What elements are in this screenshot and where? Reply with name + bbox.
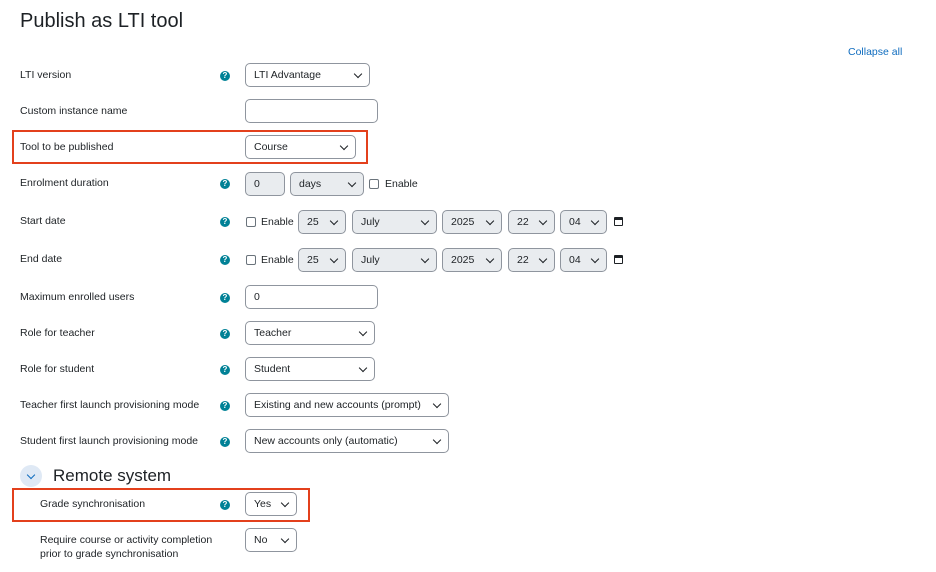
remote-system-heading: Remote system [53, 466, 172, 485]
chevron-down-icon [329, 216, 339, 225]
help-icon[interactable]: ? [220, 255, 230, 265]
grade-sync-select[interactable]: Yes [245, 492, 297, 516]
role-teacher-select[interactable]: Teacher [245, 321, 375, 345]
end-month-select[interactable]: July [352, 248, 437, 272]
help-icon[interactable]: ? [220, 71, 230, 81]
role-student-label: Role for student [20, 363, 95, 375]
start-minute-select[interactable]: 04 [560, 210, 607, 234]
enable-label: Enable [261, 254, 294, 266]
require-completion-label: Require course or activity completion pr… [40, 534, 213, 560]
enrolment-duration-label: Enrolment duration [20, 177, 109, 189]
lti-version-label: LTI version [20, 69, 72, 81]
chevron-down-icon [485, 216, 495, 225]
calendar-icon[interactable] [614, 217, 623, 226]
chevron-down-icon [432, 399, 442, 408]
chevron-down-icon [538, 254, 548, 263]
chevron-down-icon [347, 178, 357, 187]
end-date-label: End date [20, 253, 63, 265]
chevron-down-icon [26, 470, 36, 479]
role-student-select[interactable]: Student [245, 357, 375, 381]
enable-label: Enable [385, 178, 418, 190]
teacher-provisioning-label: Teacher first launch provisioning mode [20, 399, 200, 411]
help-icon[interactable]: ? [220, 179, 230, 189]
teacher-provisioning-select[interactable]: Existing and new accounts (prompt) [245, 393, 449, 417]
enrolment-duration-unit-select[interactable]: days [290, 172, 364, 196]
chevron-down-icon [280, 498, 290, 507]
grade-sync-label: Grade synchronisation [40, 498, 146, 510]
calendar-icon[interactable] [614, 255, 623, 264]
chevron-down-icon [485, 254, 495, 263]
help-icon[interactable]: ? [220, 437, 230, 447]
end-year-select[interactable]: 2025 [442, 248, 502, 272]
chevron-down-icon [329, 254, 339, 263]
student-provisioning-label: Student first launch provisioning mode [20, 435, 199, 447]
chevron-down-icon [420, 216, 430, 225]
start-year-select[interactable]: 2025 [442, 210, 502, 234]
start-date-label: Start date [20, 215, 66, 227]
help-icon[interactable]: ? [220, 217, 230, 227]
enrolment-duration-enable-checkbox[interactable] [369, 179, 379, 189]
end-hour-select[interactable]: 22 [508, 248, 555, 272]
tool-to-publish-select[interactable]: Course [245, 135, 356, 159]
end-day-select[interactable]: 25 [298, 248, 346, 272]
end-minute-select[interactable]: 04 [560, 248, 607, 272]
lti-version-select[interactable]: LTI Advantage [245, 63, 370, 87]
chevron-down-icon [420, 254, 430, 263]
chevron-down-icon [590, 216, 600, 225]
max-enrolled-input[interactable] [245, 285, 378, 309]
help-icon[interactable]: ? [220, 293, 230, 303]
chevron-down-icon [432, 435, 442, 444]
chevron-down-icon [339, 141, 349, 150]
help-icon[interactable]: ? [220, 500, 230, 510]
chevron-down-icon [538, 216, 548, 225]
section-collapse-toggle[interactable] [20, 465, 42, 487]
role-teacher-label: Role for teacher [20, 327, 95, 339]
help-icon[interactable]: ? [220, 329, 230, 339]
student-provisioning-select[interactable]: New accounts only (automatic) [245, 429, 449, 453]
max-enrolled-label: Maximum enrolled users [20, 291, 135, 303]
help-icon[interactable]: ? [220, 365, 230, 375]
collapse-all-link[interactable]: Collapse all [848, 46, 902, 58]
enrolment-duration-number[interactable] [245, 172, 285, 196]
chevron-down-icon [590, 254, 600, 263]
start-date-enable-checkbox[interactable] [246, 217, 256, 227]
enable-label: Enable [261, 216, 294, 228]
start-day-select[interactable]: 25 [298, 210, 346, 234]
chevron-down-icon [358, 363, 368, 372]
custom-instance-name-input[interactable] [245, 99, 378, 123]
help-icon[interactable]: ? [220, 401, 230, 411]
tool-to-publish-label: Tool to be published [20, 141, 114, 153]
custom-instance-name-label: Custom instance name [20, 105, 128, 117]
start-hour-select[interactable]: 22 [508, 210, 555, 234]
chevron-down-icon [353, 69, 363, 78]
start-month-select[interactable]: July [352, 210, 437, 234]
chevron-down-icon [358, 327, 368, 336]
end-date-enable-checkbox[interactable] [246, 255, 256, 265]
chevron-down-icon [280, 534, 290, 543]
require-completion-select[interactable]: No [245, 528, 297, 552]
page-title: Publish as LTI tool [20, 10, 184, 32]
